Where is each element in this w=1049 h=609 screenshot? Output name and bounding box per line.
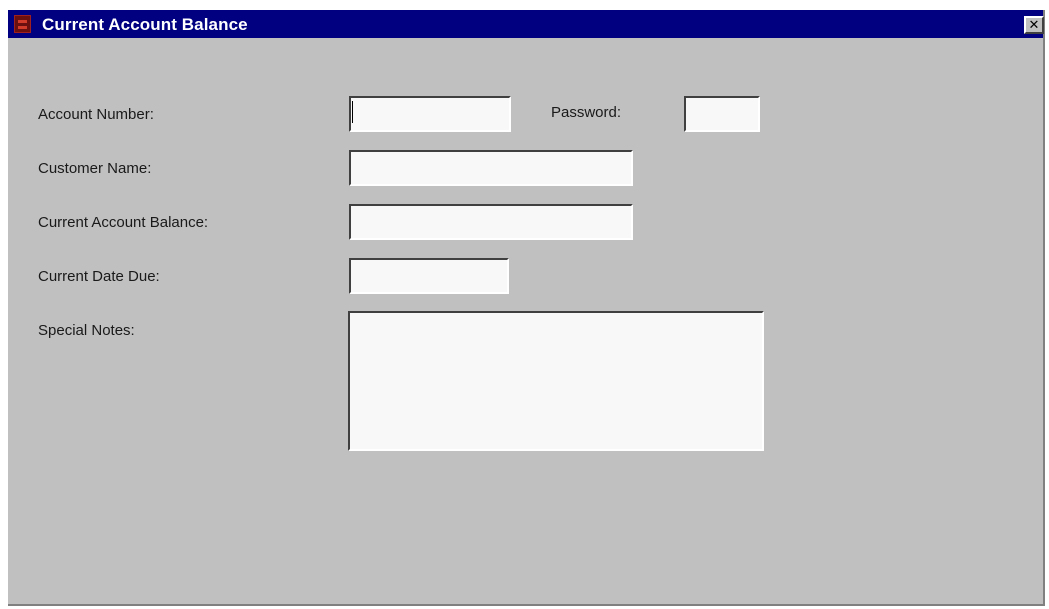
text-caret [352, 101, 353, 123]
special-notes-label: Special Notes: [38, 322, 135, 339]
customer-name-label: Customer Name: [38, 160, 152, 177]
account-number-label: Account Number: [38, 106, 154, 123]
app-icon[interactable] [14, 15, 31, 33]
close-icon: ✕ [1028, 17, 1040, 32]
password-label: Password: [551, 104, 622, 121]
current-balance-label: Current Account Balance: [38, 214, 209, 231]
account-number-wrapper [349, 96, 511, 132]
account-number-input[interactable] [349, 96, 511, 132]
date-due-label: Current Date Due: [38, 268, 160, 285]
window-title: Current Account Balance [42, 15, 248, 34]
close-button[interactable]: ✕ [1024, 16, 1044, 34]
current-balance-input[interactable] [349, 204, 633, 240]
date-due-input[interactable] [349, 258, 509, 294]
special-notes-textarea[interactable] [348, 311, 764, 451]
password-input[interactable] [684, 96, 760, 132]
title-bar[interactable]: Current Account Balance ✕ [8, 10, 1044, 38]
dialog-window: Current Account Balance ✕ Account Number… [8, 10, 1045, 606]
customer-name-input[interactable] [349, 150, 633, 186]
